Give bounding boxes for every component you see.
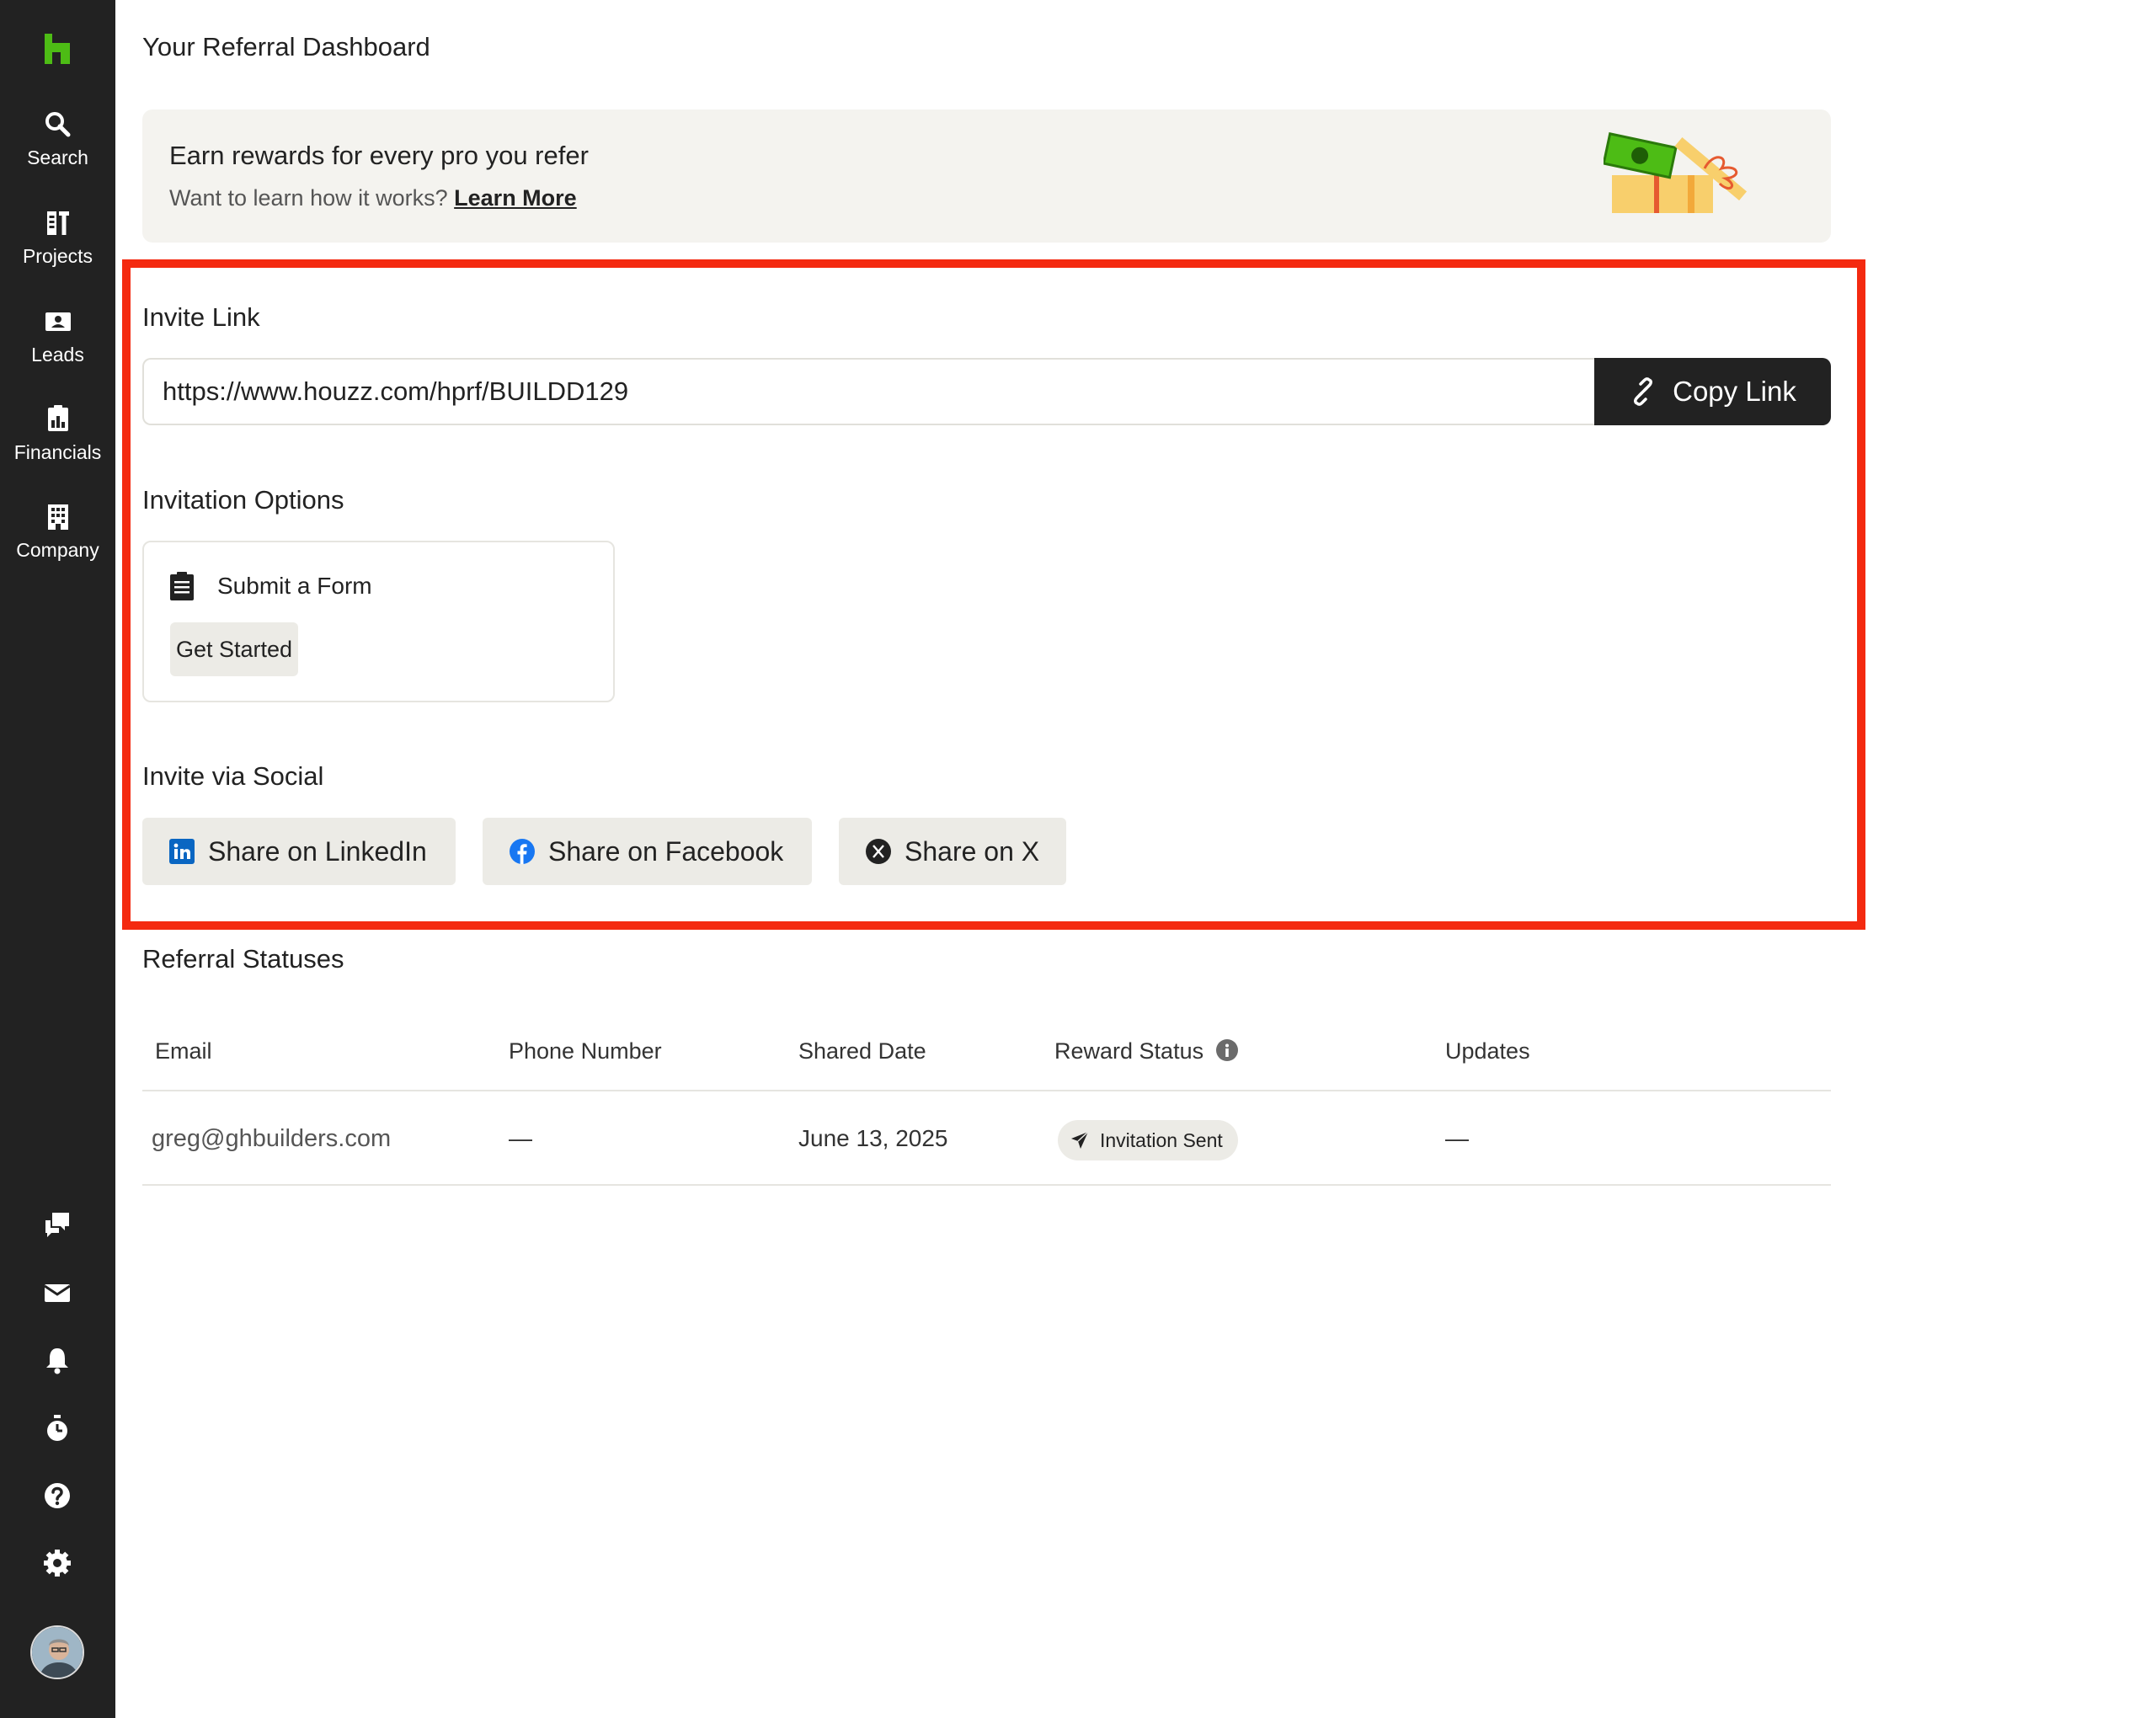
invitation-options-title: Invitation Options [142,485,344,515]
table-row-divider [142,1184,1831,1186]
banner-title: Earn rewards for every pro you refer [169,141,589,170]
share-x-label: Share on X [905,835,1040,867]
column-header-shared-date: Shared Date [798,1038,926,1064]
facebook-icon [510,839,535,864]
help-icon[interactable] [42,1481,72,1511]
x-icon [866,839,891,864]
copy-link-button[interactable]: Copy Link [1594,358,1831,425]
row-phone: — [509,1125,532,1151]
share-linkedin-label: Share on LinkedIn [208,835,427,867]
send-icon [1071,1131,1089,1149]
status-badge: Invitation Sent [1058,1120,1238,1160]
timer-icon[interactable] [42,1413,72,1443]
projects-icon [46,211,69,235]
sidebar-item-label: Leads [31,344,84,365]
mail-icon[interactable] [42,1278,72,1308]
sidebar-item-label: Search [27,147,88,168]
sidebar-item-label: Financials [13,441,102,463]
sidebar: Search Projects Leads Financials Company [0,0,115,1718]
status-badge-label: Invitation Sent [1100,1128,1223,1151]
row-updates: — [1445,1125,1469,1151]
sidebar-item-label: Company [16,539,99,561]
get-started-button[interactable]: Get Started [170,622,298,676]
info-icon[interactable] [1215,1038,1239,1062]
avatar-image [32,1627,83,1678]
sidebar-item-search[interactable]: Search [0,109,115,169]
houzz-logo-icon[interactable] [42,34,72,64]
linkedin-icon [169,839,195,864]
table-header-divider [142,1090,1831,1091]
share-facebook-label: Share on Facebook [548,835,784,867]
company-icon [47,504,68,530]
user-avatar[interactable] [30,1625,84,1679]
reward-status-label: Reward Status [1054,1038,1204,1064]
leads-icon [45,312,71,331]
invite-link-field[interactable]: https://www.houzz.com/hprf/BUILDD129 [142,358,1595,425]
gift-illustration-icon [1604,132,1748,213]
link-icon [1634,377,1653,406]
bell-icon[interactable] [42,1345,72,1375]
sidebar-item-projects[interactable]: Projects [0,208,115,268]
search-icon [45,112,70,137]
submit-form-label: Submit a Form [217,573,372,599]
sidebar-item-leads[interactable]: Leads [0,307,115,366]
clipboard-icon [170,572,194,600]
sidebar-item-company[interactable]: Company [0,502,115,562]
column-header-email: Email [155,1038,212,1064]
column-header-updates: Updates [1445,1038,1530,1064]
chat-icon[interactable] [42,1210,72,1240]
financials-icon [47,405,68,431]
column-header-reward-status: Reward Status [1054,1038,1239,1064]
banner-subtitle-text: Want to learn how it works? [169,185,448,211]
learn-more-link[interactable]: Learn More [454,185,577,211]
row-shared-date: June 13, 2025 [798,1125,948,1151]
share-x-button[interactable]: Share on X [839,818,1066,885]
column-header-phone: Phone Number [509,1038,662,1064]
invite-social-title: Invite via Social [142,761,324,791]
rewards-banner: Earn rewards for every pro you refer Wan… [142,109,1831,243]
banner-subtitle: Want to learn how it works? Learn More [169,185,577,211]
referral-statuses-title: Referral Statuses [142,944,344,974]
copy-link-label: Copy Link [1673,376,1796,407]
submit-form-card: Submit a Form Get Started [142,541,615,702]
sidebar-item-financials[interactable]: Financials [0,404,115,464]
share-facebook-button[interactable]: Share on Facebook [483,818,812,885]
invite-link-title: Invite Link [142,302,260,332]
sidebar-item-label: Projects [22,245,93,267]
share-linkedin-button[interactable]: Share on LinkedIn [142,818,456,885]
row-email: greg@ghbuilders.com [152,1125,392,1152]
page-title: Your Referral Dashboard [142,32,430,61]
gear-icon[interactable] [42,1548,72,1578]
